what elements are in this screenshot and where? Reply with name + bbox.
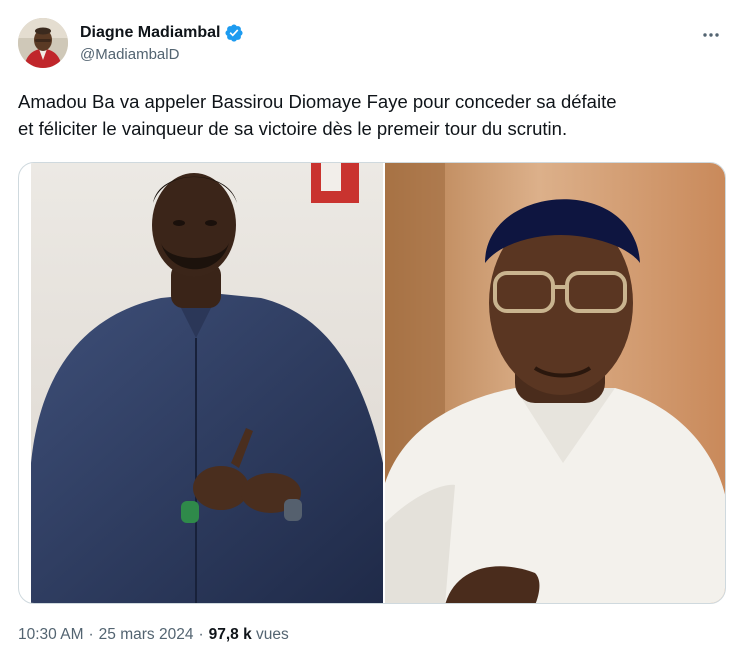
tweet-card: Diagne Madiambal @MadiambalD Amadou Ba v… bbox=[0, 0, 742, 661]
verified-badge-icon bbox=[224, 23, 244, 43]
views-count: 97,8 k bbox=[208, 626, 252, 643]
separator: · bbox=[198, 626, 204, 643]
photo-man-in-blue-tunic[interactable] bbox=[31, 163, 383, 603]
tweet-date[interactable]: 25 mars 2024 bbox=[99, 626, 194, 643]
tweet-time[interactable]: 10:30 AM bbox=[18, 626, 84, 643]
separator: · bbox=[88, 626, 94, 643]
avatar-image bbox=[18, 18, 68, 68]
more-options-icon[interactable] bbox=[700, 24, 722, 46]
photo-man-in-blue-cap-white-robe[interactable] bbox=[385, 163, 725, 603]
display-name[interactable]: Diagne Madiambal bbox=[80, 24, 220, 42]
display-name-row: Diagne Madiambal bbox=[80, 22, 244, 44]
tweet-media[interactable] bbox=[18, 162, 726, 604]
author-handle[interactable]: @MadiambalD bbox=[80, 46, 244, 63]
tweet-metadata: 10:30 AM · 25 mars 2024 · 97,8 k vues bbox=[18, 626, 289, 644]
views-label: vues bbox=[256, 626, 289, 643]
avatar[interactable] bbox=[18, 18, 68, 68]
tweet-header: Diagne Madiambal @MadiambalD bbox=[18, 18, 724, 70]
tweet-text: Amadou Ba va appeler Bassirou Diomaye Fa… bbox=[18, 91, 617, 139]
author-info: Diagne Madiambal @MadiambalD bbox=[80, 22, 244, 63]
